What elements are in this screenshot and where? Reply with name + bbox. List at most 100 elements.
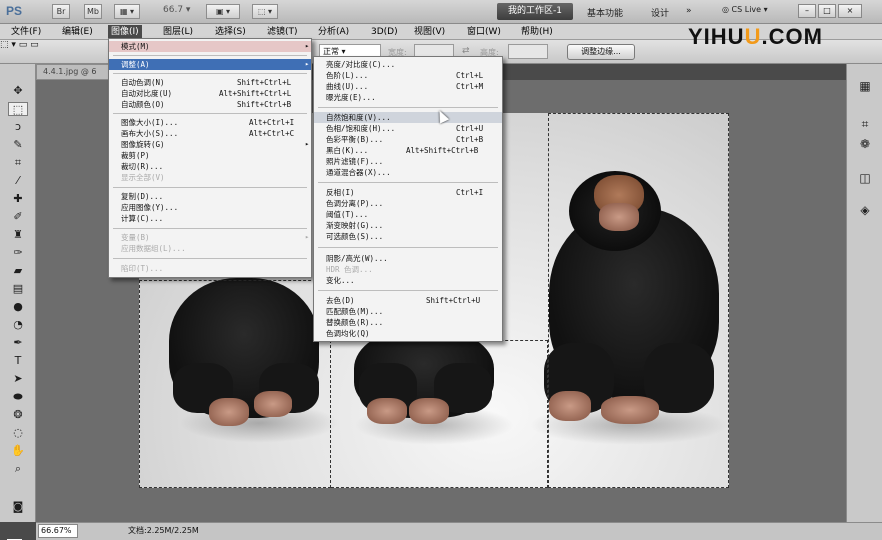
arrange-documents-button[interactable]: ▣ ▾	[206, 4, 240, 19]
menu-item-vibrance[interactable]: 自然饱和度(V)...	[314, 112, 502, 123]
move-tool-icon[interactable]: ✥	[8, 84, 28, 98]
menu-window[interactable]: 窗口(W)	[464, 25, 504, 39]
hand-tool-icon[interactable]: ✋	[8, 444, 28, 458]
zoom-tool-icon[interactable]: ⌕	[8, 462, 28, 476]
menu-item-replace-color[interactable]: 替换颜色(R)...	[314, 317, 502, 328]
menu-item-duplicate[interactable]: 复制(D)...	[109, 191, 311, 202]
clone-stamp-tool-icon[interactable]: ♜	[8, 228, 28, 242]
menu-filter[interactable]: 滤镜(T)	[264, 25, 301, 39]
quick-mask-icon[interactable]: ◙	[8, 500, 28, 514]
menu-item-crop[interactable]: 裁剪(P)	[109, 150, 311, 161]
eyedropper-tool-icon[interactable]: ⁄	[8, 174, 28, 188]
dodge-tool-icon[interactable]: ◔	[8, 318, 28, 332]
gradient-tool-icon[interactable]: ▤	[8, 282, 28, 296]
menu-item-curves[interactable]: 曲线(U)... Ctrl+M	[314, 81, 502, 92]
zoom-level[interactable]: 66.7 ▾	[163, 5, 190, 15]
menu-item-invert[interactable]: 反相(I) Ctrl+I	[314, 187, 502, 198]
menu-item-adjustments[interactable]: 调整(A) ▸	[109, 59, 311, 70]
menu-item-desaturate[interactable]: 去色(D) Shift+Ctrl+U	[314, 295, 502, 306]
status-zoom-input[interactable]: 66.67%	[38, 524, 78, 538]
menu-item-shadows-highlights[interactable]: 阴影/高光(W)...	[314, 253, 502, 264]
menu-item-photo-filter[interactable]: 照片滤镜(F)...	[314, 156, 502, 167]
menu-item-match-color[interactable]: 匹配颜色(M)...	[314, 306, 502, 317]
menu-item-color-balance[interactable]: 色彩平衡(B)... Ctrl+B	[314, 134, 502, 145]
marquee-tool-preset[interactable]: ⬚ ▾	[0, 40, 16, 50]
add-selection-icon[interactable]: ▭	[30, 40, 39, 50]
healing-brush-tool-icon[interactable]: ✚	[8, 192, 28, 206]
menu-item-levels[interactable]: 色阶(L)... Ctrl+L	[314, 70, 502, 81]
type-tool-icon[interactable]: T	[8, 354, 28, 368]
menu-3d[interactable]: 3D(D)	[368, 25, 401, 39]
maximize-button[interactable]: □	[818, 4, 836, 18]
menu-item-black-white[interactable]: 黑白(K)... Alt+Shift+Ctrl+B	[314, 145, 502, 156]
menu-item-exposure[interactable]: 曝光度(E)...	[314, 92, 502, 103]
menu-edit[interactable]: 编辑(E)	[59, 25, 96, 39]
screen-mode-button[interactable]: ⬚ ▾	[252, 4, 278, 19]
panel-icon-1[interactable]: ▦	[856, 78, 874, 94]
swap-icon[interactable]: ⇄	[462, 46, 470, 56]
menu-item-selective-color[interactable]: 可选颜色(S)...	[314, 231, 502, 242]
adjustments-icon[interactable]: ◫	[856, 170, 874, 186]
menu-item-image-size[interactable]: 图像大小(I)... Alt+Ctrl+I	[109, 117, 311, 128]
menu-item-calculations[interactable]: 计算(C)...	[109, 213, 311, 224]
history-brush-tool-icon[interactable]: ✑	[8, 246, 28, 260]
menu-select[interactable]: 选择(S)	[212, 25, 249, 39]
bridge-button[interactable]: Br	[52, 4, 70, 19]
workspace-basic[interactable]: 基本功能	[587, 6, 623, 19]
menu-item-trim[interactable]: 裁切(R)...	[109, 161, 311, 172]
3d-rotate-tool-icon[interactable]: ❂	[8, 408, 28, 422]
selection-marquee-middle	[331, 340, 548, 488]
menu-item-posterize[interactable]: 色调分离(P)...	[314, 198, 502, 209]
menu-item-auto-tone[interactable]: 自动色调(N) Shift+Ctrl+L	[109, 77, 311, 88]
lasso-tool-icon[interactable]: ↄ	[8, 120, 28, 134]
menu-item-hdr-toning: HDR 色调...	[326, 265, 373, 274]
menu-item-apply-image[interactable]: 应用图像(Y)...	[109, 202, 311, 213]
3d-orbit-tool-icon[interactable]: ◌	[8, 426, 28, 440]
pen-tool-icon[interactable]: ✒	[8, 336, 28, 350]
menu-help[interactable]: 帮助(H)	[518, 25, 556, 39]
layers-icon[interactable]: ◈	[856, 202, 874, 218]
3d-icon[interactable]: ❁	[856, 136, 874, 152]
tools-panel: ✥ ⬚ ↄ ✎ ⌗ ⁄ ✚ ✐ ♜ ✑ ▰ ▤ ● ◔ ✒ T ➤ ⬬ ❂ ◌ …	[0, 64, 36, 540]
menu-item-hue-saturation[interactable]: 色相/饱和度(H)... Ctrl+U	[314, 123, 502, 134]
path-selection-tool-icon[interactable]: ➤	[8, 372, 28, 386]
menu-item-auto-contrast[interactable]: 自动对比度(U) Alt+Shift+Ctrl+L	[109, 88, 311, 99]
menu-item-canvas-size[interactable]: 画布大小(S)... Alt+Ctrl+C	[109, 128, 311, 139]
mini-bridge-button[interactable]: Mb	[84, 4, 102, 19]
menu-view[interactable]: 视图(V)	[411, 25, 448, 39]
ellipse-tool-icon[interactable]: ⬬	[8, 390, 28, 404]
eraser-tool-icon[interactable]: ▰	[8, 264, 28, 278]
blur-tool-icon[interactable]: ●	[8, 300, 28, 314]
workspace-design[interactable]: 设计	[651, 6, 669, 19]
brush-tool-icon[interactable]: ✐	[8, 210, 28, 224]
workspace-more[interactable]: »	[686, 6, 692, 16]
workspace-active[interactable]: 我的工作区-1	[497, 3, 573, 20]
menu-item-variations[interactable]: 变化...	[314, 275, 502, 286]
refine-edge-button[interactable]: 调整边缘...	[567, 44, 635, 60]
transform-icon[interactable]: ⌗	[856, 116, 874, 132]
close-button[interactable]: ×	[838, 4, 862, 18]
image-menu-dropdown: 模式(M) ▸ 调整(A) ▸ 自动色调(N) Shift+Ctrl+L 自动对比度(…	[108, 38, 312, 278]
cs-live-button[interactable]: ◎ CS Live ▾	[722, 5, 768, 14]
menu-analysis[interactable]: 分析(A)	[315, 25, 352, 39]
menu-item-brightness-contrast[interactable]: 亮度/对比度(C)...	[314, 59, 502, 70]
view-extras-button[interactable]: ▦ ▾	[114, 4, 140, 19]
crop-tool-icon[interactable]: ⌗	[8, 156, 28, 170]
menu-item-image-rotation[interactable]: 图像旋转(G) ▸	[109, 139, 311, 150]
new-selection-icon[interactable]: ▭	[19, 40, 28, 50]
menu-item-auto-color[interactable]: 自动颜色(O) Shift+Ctrl+B	[109, 99, 311, 110]
menu-item-channel-mixer[interactable]: 通道混合器(X)...	[314, 167, 502, 178]
adjustments-submenu: 亮度/对比度(C)... 色阶(L)... Ctrl+L 曲线(U)... Ctrl…	[313, 56, 503, 342]
rectangular-marquee-tool-icon[interactable]: ⬚	[8, 102, 28, 116]
menu-image[interactable]: 图像(I)	[108, 25, 142, 39]
menu-file[interactable]: 文件(F)	[8, 25, 44, 39]
menu-layer[interactable]: 图层(L)	[160, 25, 196, 39]
menu-item-gradient-map[interactable]: 渐变映射(G)...	[314, 220, 502, 231]
menu-item-mode[interactable]: 模式(M) ▸	[109, 41, 311, 52]
menu-item-threshold[interactable]: 阈值(T)...	[314, 209, 502, 220]
document-size: 文档:2.25M/2.25M	[128, 526, 199, 535]
quick-selection-tool-icon[interactable]: ✎	[8, 138, 28, 152]
minimize-button[interactable]: –	[798, 4, 816, 18]
height-input[interactable]	[508, 44, 548, 59]
menu-item-equalize[interactable]: 色调均化(Q)	[314, 328, 502, 339]
